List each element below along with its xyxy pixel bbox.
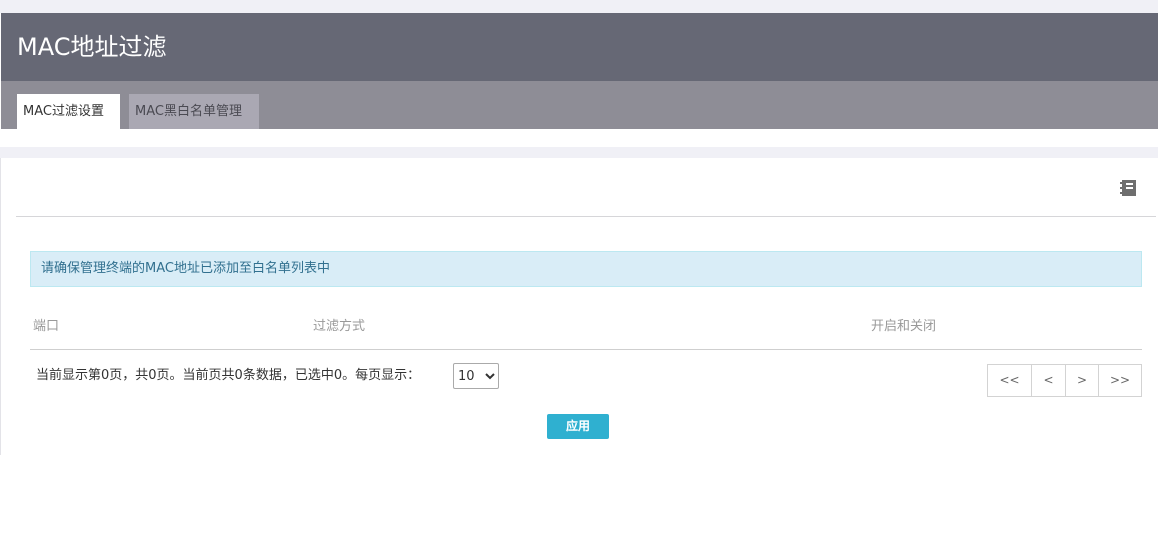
- pager-summary: 当前显示第0页，共0页。当前页共0条数据，已选中0。每页显示：: [36, 368, 421, 383]
- top-strip: [0, 0, 1158, 13]
- page-header: MAC地址过滤: [1, 13, 1158, 81]
- first-page-button[interactable]: <<: [988, 365, 1031, 396]
- apply-button[interactable]: 应用: [547, 414, 609, 439]
- toolbar-divider: [16, 216, 1156, 217]
- column-header-filter-mode[interactable]: 过滤方式: [313, 318, 365, 336]
- pagination: << < > >>: [987, 364, 1142, 397]
- tab-mac-blacklist-whitelist[interactable]: MAC黑白名单管理: [129, 94, 259, 129]
- prev-page-button[interactable]: <: [1031, 365, 1065, 396]
- tab-bar: MAC过滤设置 MAC黑白名单管理: [1, 81, 1158, 129]
- info-alert: 请确保管理终端的MAC地址已添加至白名单列表中: [30, 251, 1142, 287]
- notebook-icon[interactable]: [1118, 178, 1138, 198]
- tab-mac-filter-settings[interactable]: MAC过滤设置: [17, 94, 120, 129]
- next-page-button[interactable]: >: [1065, 365, 1098, 396]
- page-size-select[interactable]: 10: [453, 363, 499, 389]
- info-alert-text: 请确保管理终端的MAC地址已添加至白名单列表中: [41, 261, 330, 276]
- page-title: MAC地址过滤: [17, 33, 167, 61]
- content-panel: [0, 158, 1158, 455]
- last-page-button[interactable]: >>: [1098, 365, 1141, 396]
- column-header-enable-disable[interactable]: 开启和关闭: [871, 318, 936, 336]
- column-header-port[interactable]: 端口: [33, 318, 59, 336]
- table-header-divider: [30, 349, 1142, 350]
- section-gap: [0, 147, 1158, 158]
